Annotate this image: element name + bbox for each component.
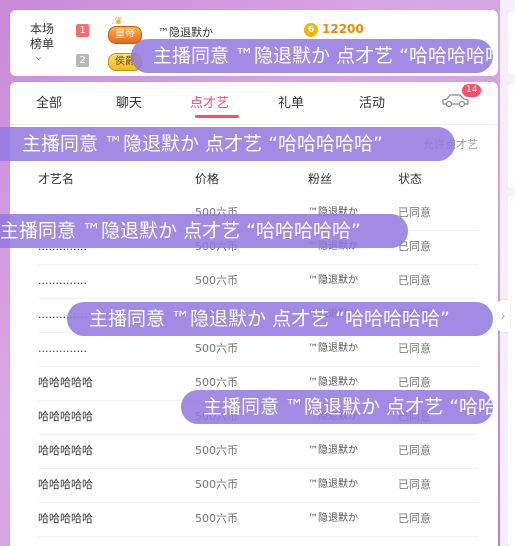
talent-price: 500六币 [195, 512, 238, 525]
table-row: .............. 500六币 ™隐退默か 已同意 [38, 332, 478, 367]
tab-all[interactable]: 全部 [36, 92, 62, 111]
chevron-right-icon[interactable]: › [496, 300, 510, 332]
announcement-banner: 主播同意 ™隐退默か 点才艺 “哈哈哈哈哈” [131, 39, 493, 73]
announcement-banner: 主播同意 ™隐退默か 点才艺 “哈哈哈哈哈” [0, 127, 455, 161]
talent-name: 哈哈哈哈哈 [38, 444, 93, 457]
talent-fan: ™隐退默か [308, 513, 358, 524]
right-edge-panel [500, 0, 515, 546]
divider [10, 124, 498, 125]
table-row: 哈哈哈哈哈 500六币 ™隐退默か 已同意 [38, 502, 478, 537]
talent-fan: ™隐退默か [308, 275, 358, 286]
car-count-badge: 14 [462, 84, 482, 97]
rank-number-2: 2 [76, 54, 89, 67]
talent-status: 已同意 [398, 274, 431, 287]
talent-fan: ™隐退默か [308, 479, 358, 490]
rank-number-1: 1 [76, 24, 89, 37]
talent-status: 已同意 [398, 342, 431, 355]
chevron-down-icon[interactable]: ⌄ [34, 50, 43, 63]
column-header-price: 价格 [195, 172, 220, 186]
table-row: 哈哈哈哈哈 500六币 ™隐退默か 已同意 [38, 434, 478, 469]
column-header-name: 才艺名 [38, 172, 75, 186]
column-header-status: 状态 [398, 172, 423, 186]
ranking-title-line1: 本场 [30, 22, 55, 36]
rank-user-name[interactable]: ™隐退默か [158, 24, 213, 40]
talent-price: 500六币 [195, 342, 238, 355]
talent-status: 已同意 [398, 444, 431, 457]
table-row: 哈哈哈哈哈 500六币 ™隐退默か 已同意 [38, 468, 478, 503]
rank-coin-count: 12200 [322, 22, 364, 36]
talent-name: 哈哈哈哈哈 [38, 478, 93, 491]
tab-activity[interactable]: 活动 [359, 92, 385, 111]
talent-name: 哈哈哈哈哈 [38, 376, 93, 389]
talent-name: 哈哈哈哈哈 [38, 512, 93, 525]
announcement-banner: 主播同意 ™隐退默か 点才艺 “哈哈哈哈哈” [0, 214, 408, 248]
talent-price: 500六币 [195, 444, 238, 457]
talent-price: 500六币 [195, 274, 238, 287]
talent-fan: ™隐退默か [308, 445, 358, 456]
tab-active-indicator [195, 115, 239, 118]
coin-icon: 6 [304, 23, 318, 37]
talent-name: 哈哈哈哈哈 [38, 410, 93, 423]
tab-chat[interactable]: 聊天 [116, 92, 142, 111]
column-header-fans: 粉丝 [308, 172, 333, 186]
talent-name: .............. [38, 274, 87, 287]
talent-name: .............. [38, 342, 87, 355]
tab-gifts[interactable]: 礼单 [278, 92, 304, 111]
rank-badge-emperor: 皇帝 [108, 26, 142, 44]
table-row: .............. 500六币 ™隐退默か 已同意 [38, 264, 478, 299]
talent-status: 已同意 [398, 478, 431, 491]
talent-price: 500六币 [195, 478, 238, 491]
talent-fan: ™隐退默か [308, 343, 358, 354]
talent-status: 已同意 [398, 512, 431, 525]
tab-talent[interactable]: 点才艺 [190, 92, 229, 111]
announcement-banner: 主播同意 ™隐退默か 点才艺 “哈哈哈哈哈” [67, 302, 493, 336]
announcement-banner: 主播同意 ™隐退默か 点才艺 “哈哈哈哈哈” [181, 390, 493, 424]
ranking-title[interactable]: 本场 榜单 [30, 22, 54, 52]
